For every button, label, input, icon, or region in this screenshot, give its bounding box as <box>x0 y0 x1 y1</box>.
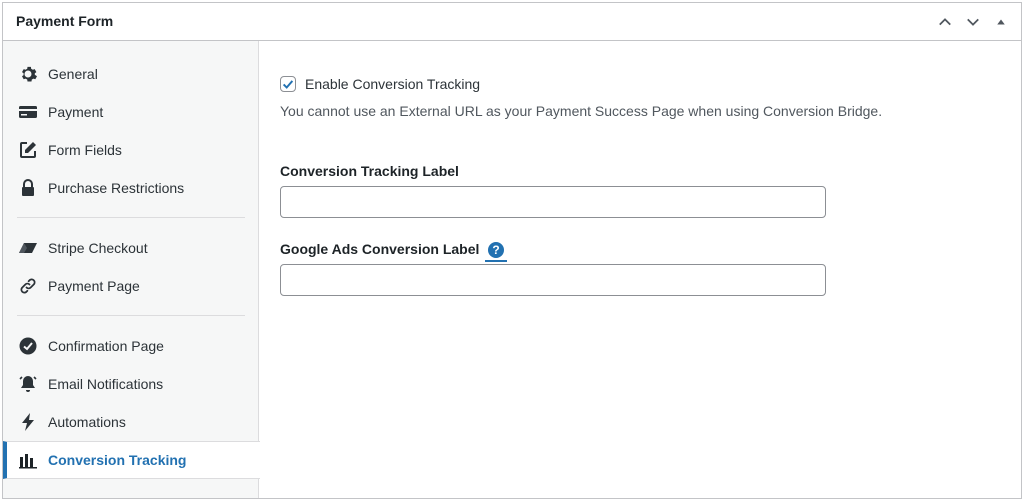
ads-label-input[interactable] <box>280 264 826 296</box>
toggle-panel-button[interactable] <box>989 10 1013 34</box>
enable-tracking-checkbox[interactable] <box>280 76 296 92</box>
stripe-icon <box>18 238 38 258</box>
question-circle-icon[interactable]: ? <box>485 240 507 262</box>
move-up-button[interactable] <box>933 10 957 34</box>
sidebar-item-automations[interactable]: Automations <box>3 403 259 441</box>
triangle-up-icon <box>997 19 1005 25</box>
sidebar-item-label: Stripe Checkout <box>48 240 148 256</box>
chevron-up-icon <box>939 18 951 26</box>
sidebar-item-label: Form Fields <box>48 142 122 158</box>
edit-icon <box>18 140 38 160</box>
help-text: You cannot use an External URL as your P… <box>280 103 883 119</box>
sidebar-item-form-fields[interactable]: Form Fields <box>3 131 259 169</box>
bolt-icon <box>18 412 38 432</box>
panel-header: Payment Form <box>3 3 1021 41</box>
sidebar-item-label: Confirmation Page <box>48 338 164 354</box>
sidebar-item-label: Email Notifications <box>48 376 164 392</box>
enable-tracking-row: Enable Conversion Tracking <box>280 76 480 92</box>
bar-chart-icon <box>18 450 38 470</box>
sidebar-divider <box>17 217 245 218</box>
sidebar-item-label: Automations <box>48 414 126 430</box>
enable-tracking-label: Enable Conversion Tracking <box>305 76 481 92</box>
content-area: Enable Conversion Tracking You cannot us… <box>260 41 1021 498</box>
checkmark-icon <box>282 80 294 89</box>
sidebar-item-label: Payment Page <box>48 278 140 294</box>
payment-form-panel: Payment Form General Payment Form Fields… <box>2 2 1022 499</box>
chevron-down-icon <box>967 18 979 26</box>
sidebar-divider <box>17 315 245 316</box>
ads-label-title: Google Ads Conversion Label <box>280 241 480 257</box>
sidebar-item-purchase-restrictions[interactable]: Purchase Restrictions <box>3 169 259 207</box>
sidebar-item-label: General <box>48 66 98 82</box>
check-circle-icon <box>18 336 38 356</box>
tracking-label-title: Conversion Tracking Label <box>280 163 459 179</box>
sidebar-item-label: Conversion Tracking <box>48 452 187 468</box>
sidebar-item-payment[interactable]: Payment <box>3 93 259 131</box>
sidebar-item-email-notifications[interactable]: Email Notifications <box>3 365 259 403</box>
sidebar-item-general[interactable]: General <box>3 55 259 93</box>
header-controls <box>933 10 1013 34</box>
gear-icon <box>18 64 38 84</box>
move-down-button[interactable] <box>961 10 985 34</box>
sidebar-item-stripe-checkout[interactable]: Stripe Checkout <box>3 229 259 267</box>
panel-title: Payment Form <box>16 13 114 29</box>
sidebar-item-conversion-tracking[interactable]: Conversion Tracking <box>3 441 260 479</box>
tracking-label-input[interactable] <box>280 186 826 218</box>
credit-card-icon <box>18 102 38 122</box>
sidebar-item-payment-page[interactable]: Payment Page <box>3 267 259 305</box>
help-glyph: ? <box>488 242 504 258</box>
sidebar-item-confirmation-page[interactable]: Confirmation Page <box>3 327 259 365</box>
sidebar-item-label: Purchase Restrictions <box>48 180 185 196</box>
link-icon <box>18 276 38 296</box>
lock-icon <box>18 178 38 198</box>
sidebar: General Payment Form Fields Purchase Res… <box>3 41 260 498</box>
bell-icon <box>18 374 38 394</box>
sidebar-item-label: Payment <box>48 104 104 120</box>
